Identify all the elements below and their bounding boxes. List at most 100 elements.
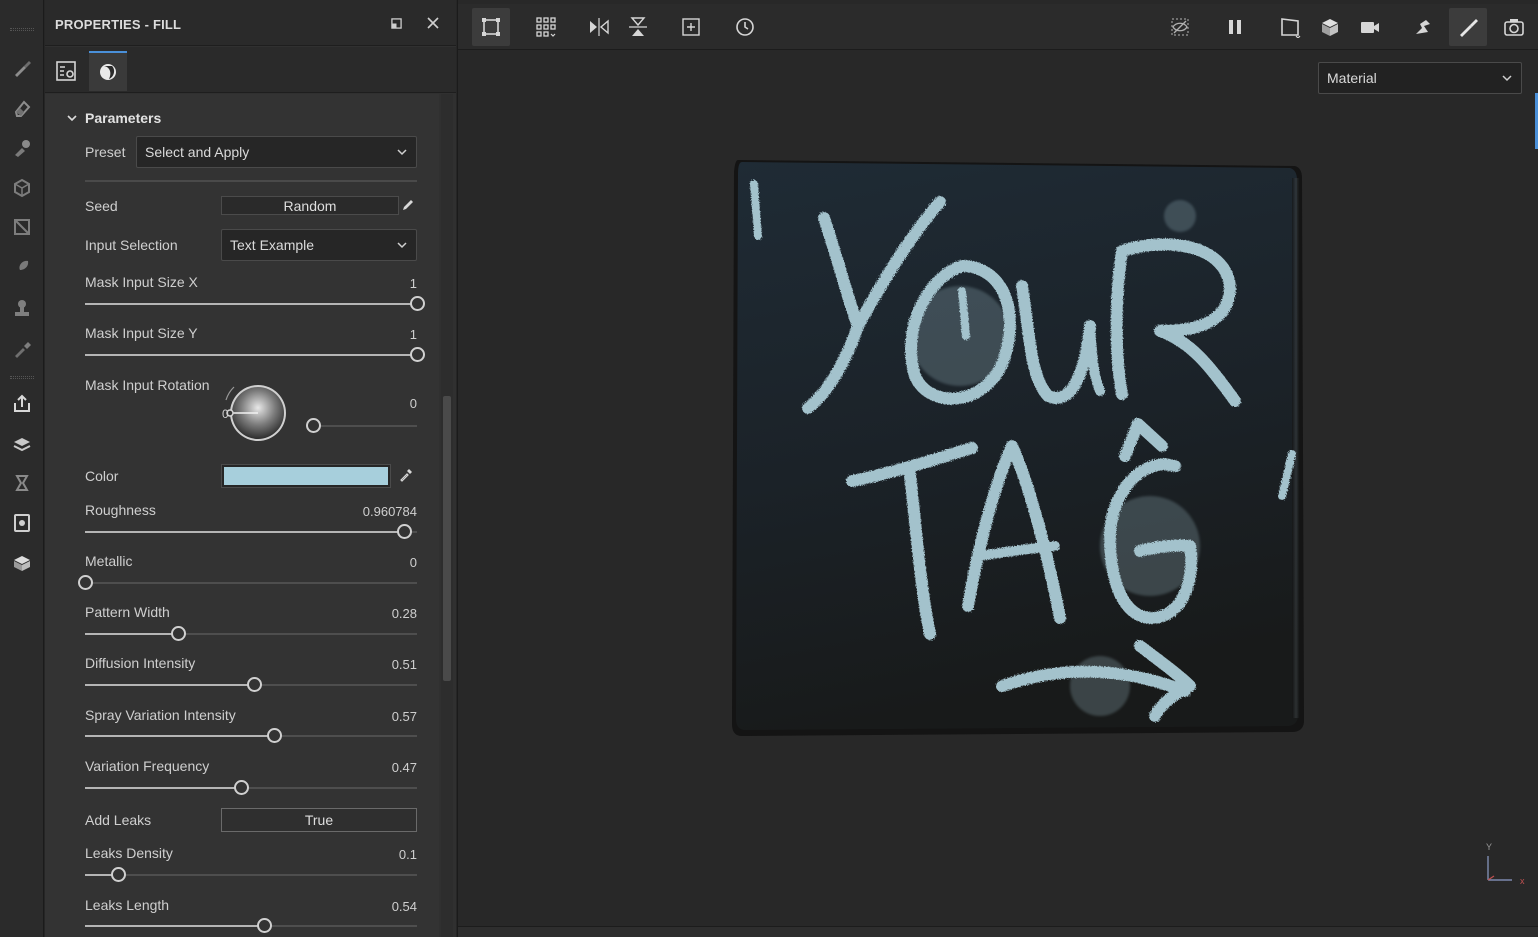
viewport-3d-icon[interactable]	[1311, 8, 1349, 46]
chevron-down-icon	[67, 115, 77, 122]
toolbar-grip-2[interactable]	[10, 376, 34, 379]
view-mode-select[interactable]: Material	[1318, 62, 1522, 94]
input-selection-label: Input Selection	[85, 237, 178, 253]
tab-fill-properties[interactable]	[47, 51, 85, 91]
mirror-y-icon[interactable]	[619, 8, 657, 46]
reset-camera-icon[interactable]	[726, 8, 764, 46]
pattern-width-value: 0.28	[391, 606, 417, 621]
slider-knob[interactable]	[78, 575, 93, 590]
clone-stamp-icon[interactable]	[8, 294, 36, 322]
seed-random-button[interactable]: Random	[221, 196, 399, 215]
geometry-fill-icon[interactable]	[8, 174, 36, 202]
slider-knob[interactable]	[410, 296, 425, 311]
tile-mesh-preview[interactable]	[730, 156, 1306, 738]
view-mode-value: Material	[1327, 70, 1377, 86]
chevron-down-icon	[397, 149, 407, 156]
leaks-density-slider[interactable]	[85, 867, 417, 882]
viewport-toolbar	[458, 4, 1538, 50]
pause-icon[interactable]	[1216, 8, 1254, 46]
pattern-width-slider[interactable]	[85, 626, 417, 641]
viewport-3d[interactable]: Material Y x	[457, 0, 1538, 937]
roughness-slider[interactable]	[85, 524, 417, 539]
mask-size-y-value: 1	[409, 327, 417, 342]
leaks-length-slider[interactable]	[85, 918, 417, 933]
slider-fill	[85, 787, 242, 789]
properties-panel: PROPERTIES - FILL Parameters Preset Sele…	[45, 0, 456, 937]
smudge-icon[interactable]	[8, 254, 36, 282]
panel-scrollbar[interactable]	[441, 94, 453, 937]
polygon-fill-icon[interactable]	[8, 213, 36, 241]
tile-bevel	[1292, 178, 1300, 718]
mask-size-x-slider[interactable]	[85, 296, 425, 311]
input-selection-value: Text Example	[230, 237, 315, 253]
slider-fill	[85, 354, 417, 356]
tab-material[interactable]	[89, 51, 127, 91]
split-icon[interactable]	[1404, 8, 1442, 46]
spray-variation-value: 0.57	[391, 709, 417, 724]
edit-icon[interactable]	[401, 198, 415, 212]
slider-knob[interactable]	[234, 780, 250, 795]
display-settings-icon[interactable]	[8, 549, 36, 577]
slider-knob[interactable]	[306, 418, 321, 433]
fit-icon[interactable]	[672, 8, 710, 46]
texture-set-icon[interactable]	[8, 509, 36, 537]
slider-knob[interactable]	[396, 524, 412, 539]
slider-knob[interactable]	[267, 728, 283, 743]
toolbar-grip[interactable]	[10, 28, 34, 31]
projection-icon[interactable]	[8, 134, 36, 162]
mask-size-y-label: Mask Input Size Y	[85, 325, 198, 341]
roughness-label: Roughness	[85, 502, 156, 518]
variation-frequency-value: 0.47	[391, 760, 417, 775]
color-label: Color	[85, 468, 119, 484]
axis-gizmo: Y x	[1486, 842, 1525, 886]
export-icon[interactable]	[8, 390, 36, 418]
rotation-dial[interactable]	[220, 380, 292, 446]
input-selection-dropdown[interactable]: Text Example	[221, 229, 417, 261]
slider-knob[interactable]	[247, 677, 263, 692]
eyedropper-icon[interactable]	[399, 468, 413, 482]
undock-icon[interactable]	[387, 14, 405, 32]
mask-rotation-value: 0	[409, 396, 417, 411]
chevron-down-icon	[397, 242, 407, 249]
metallic-value: 0	[409, 555, 417, 570]
selection-mode-icon[interactable]	[472, 8, 510, 46]
color-picker-icon[interactable]	[8, 334, 36, 362]
color-field[interactable]	[221, 464, 391, 488]
spray-variation-slider[interactable]	[85, 728, 417, 743]
screenshot-icon[interactable]	[1495, 8, 1533, 46]
metallic-slider[interactable]	[78, 575, 417, 590]
preset-dropdown[interactable]: Select and Apply	[136, 136, 417, 168]
slider-fill	[85, 633, 178, 635]
diffusion-intensity-slider[interactable]	[85, 677, 417, 692]
parameters-content: Parameters Preset Select and Apply Seed …	[45, 94, 439, 937]
seed-label: Seed	[85, 198, 118, 214]
panel-tabs	[45, 47, 456, 93]
viewport-2d-icon[interactable]	[1271, 8, 1309, 46]
mask-rotation-slider[interactable]	[306, 418, 417, 433]
history-icon[interactable]	[8, 469, 36, 497]
variation-frequency-slider[interactable]	[85, 780, 417, 795]
brush-icon[interactable]	[8, 54, 36, 82]
scroll-thumb[interactable]	[443, 396, 451, 681]
slider-knob[interactable]	[410, 347, 425, 362]
preset-label: Preset	[85, 144, 126, 160]
add-leaks-toggle[interactable]: True	[221, 808, 417, 832]
slider-knob[interactable]	[111, 867, 127, 882]
section-title: Parameters	[85, 110, 162, 126]
eraser-icon[interactable]	[8, 94, 36, 122]
parameters-section-header[interactable]: Parameters	[67, 110, 161, 126]
mirror-x-icon[interactable]	[580, 8, 618, 46]
slider-fill	[85, 684, 255, 686]
mask-size-y-slider[interactable]	[85, 347, 425, 362]
slider-knob[interactable]	[170, 626, 186, 641]
bake-icon[interactable]	[8, 430, 36, 458]
diffusion-intensity-value: 0.51	[391, 657, 417, 672]
panel-header: PROPERTIES - FILL	[45, 0, 456, 46]
dial-zero-label: 0	[222, 407, 229, 421]
slider-knob[interactable]	[257, 918, 273, 933]
close-icon[interactable]	[424, 14, 442, 32]
camera-icon[interactable]	[1351, 8, 1389, 46]
grid-icon[interactable]	[527, 8, 565, 46]
hide-icon[interactable]	[1161, 8, 1199, 46]
paint-mode-icon[interactable]	[1449, 8, 1487, 46]
